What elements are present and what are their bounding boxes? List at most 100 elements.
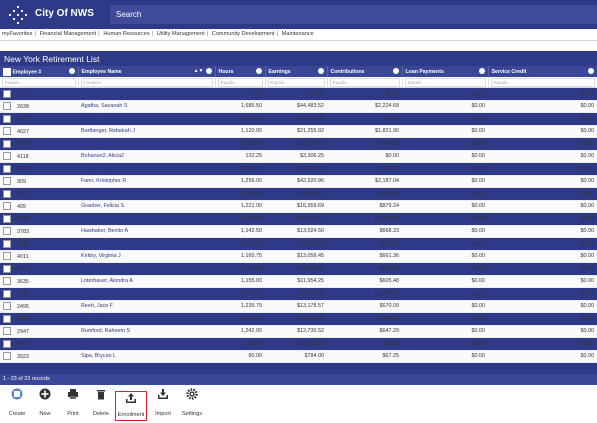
row-checkbox[interactable]	[3, 239, 11, 248]
row-checkbox[interactable]	[3, 189, 11, 198]
table-row[interactable]: 4027 Bartberger, Rebekah J 1,120.00 $21,255…	[0, 125, 597, 138]
cell-employee-name[interactable]: Reeh, Jace F	[78, 300, 215, 313]
row-checkbox[interactable]	[3, 164, 11, 173]
row-checkbox[interactable]	[3, 352, 11, 361]
row-checkbox[interactable]	[3, 327, 11, 336]
column-header-service-credit[interactable]: Service Credit	[488, 66, 597, 77]
table-row[interactable]: 2638 Agatha, Savanah S 1,685.50 $44,483.52 $…	[0, 100, 597, 113]
row-checkbox[interactable]	[3, 127, 11, 136]
row-checkbox[interactable]	[3, 177, 11, 186]
cell-employee-name[interactable]: Sipa, Brycan L	[78, 350, 215, 363]
delete-button[interactable]: Delete	[86, 388, 116, 417]
cell-employee-name[interactable]: Riha, Maura C	[78, 312, 215, 326]
cell-employee-name[interactable]: Bohanan2, Alicia2	[78, 150, 215, 163]
app-title[interactable]: City Of NWS	[35, 8, 94, 19]
cell-employee-name[interactable]: Billa, Kaelyn K	[78, 137, 215, 151]
table-row[interactable]: 4030 Billa, Kaelyn K 1,120.00 $10,976.00 $54…	[0, 137, 597, 151]
cell-employee-name[interactable]: Agatha, Savanah S	[78, 100, 215, 113]
table-row[interactable]: 4118 Bohanan2, Alicia2 132.25 $3,306.25 $0.0…	[0, 150, 597, 163]
select-all-checkbox[interactable]	[3, 67, 11, 76]
table-row[interactable]: 4011 Kirkby, Virginia J 1,160.75 $13,058.45…	[0, 250, 597, 263]
filter-input-hours[interactable]: Equals...	[217, 77, 263, 87]
table-row[interactable]: 2947 Rumford, Raheem S 1,242.00 $12,730.52 $…	[0, 325, 597, 338]
row-checkbox[interactable]	[3, 289, 11, 298]
table-row[interactable]: 2633 Hazberry, Hector J 1,272.25 $26,761.75…	[0, 212, 597, 226]
cell-employee-name[interactable]: Allbritton, Eden N	[78, 112, 215, 126]
row-checkbox[interactable]	[3, 252, 11, 261]
table-row[interactable]: 3968 Jepko, Rashawn T 1,172.00 $13,185.01 $6…	[0, 237, 597, 251]
cell-employee-name[interactable]: Fann, Kristopher R	[78, 175, 215, 188]
column-header-earnings[interactable]: Earnings	[265, 66, 328, 77]
cell-employee-name[interactable]: Bynoe, Shakira L	[78, 162, 215, 176]
column-header-contributions[interactable]: Contributions	[327, 66, 403, 77]
row-checkbox[interactable]	[3, 114, 11, 123]
column-settings-icon[interactable]	[478, 68, 485, 74]
table-row[interactable]: 3783 Hawbaker, Benito A 1,142.50 $13,024.50…	[0, 225, 597, 238]
cell-employee-name[interactable]: Olivid, Paris P	[78, 287, 215, 301]
cell-employee-name[interactable]: Hawbaker, Benito A	[78, 225, 215, 238]
filter-input-earnings[interactable]: Equals...	[267, 77, 325, 87]
nav-item-community-development[interactable]: Community Development	[212, 31, 275, 37]
column-settings-icon[interactable]	[205, 68, 212, 74]
new-button[interactable]: New	[30, 388, 60, 417]
cell-employee-name[interactable]: Graeber, Felicia S	[78, 200, 215, 213]
sort-icon[interactable]: ▲▼	[194, 68, 204, 74]
cell-employee-name[interactable]: Hazberry, Hector J	[78, 212, 215, 226]
table-row[interactable]: 374 Abigan-tus, Darian V 0.00 $0.00 $0.00 $0.…	[0, 87, 597, 101]
filter-input-employee-number[interactable]: Equals...	[2, 77, 76, 87]
row-checkbox[interactable]	[3, 264, 11, 273]
import-button[interactable]: Import	[148, 388, 178, 417]
table-row[interactable]: 2585 Olivid, Paris P 1,231.25 $51,791.33 $2,…	[0, 287, 597, 301]
column-header-employee-number[interactable]: Employee #	[0, 66, 79, 77]
table-row[interactable]: 2495 Reeh, Jace F 1,239.75 $13,178.57 $670.0…	[0, 300, 597, 313]
cell-employee-name[interactable]: Kumar, Jackson J	[78, 262, 215, 276]
column-header-loan-payments[interactable]: Loan Payments	[402, 66, 489, 77]
nav-item-human-resources[interactable]: Human Resources	[103, 31, 149, 37]
column-settings-icon[interactable]	[587, 68, 594, 74]
row-checkbox[interactable]	[3, 102, 11, 111]
settings-button[interactable]: Settings	[177, 388, 207, 417]
nav-item-maintenance[interactable]: Maintenance	[282, 31, 314, 37]
column-settings-icon[interactable]	[317, 68, 324, 74]
table-row[interactable]: 405 Graeber, Felicia S 1,221.00 $16,959.69 $…	[0, 200, 597, 213]
filter-input-contributions[interactable]: Equals...	[329, 77, 400, 87]
filter-input-loan-payments[interactable]: Equals...	[404, 77, 486, 87]
cell-employee-name[interactable]: Kirkby, Virginia J	[78, 250, 215, 263]
nav-item-myfavorites[interactable]: myFavorites	[2, 31, 32, 37]
nav-item-financial-management[interactable]: Financial Management	[40, 31, 97, 37]
column-header-employee-name[interactable]: Employee Name ▲▼	[78, 66, 216, 77]
cell-employee-name[interactable]: Schulte, James II	[78, 337, 215, 351]
cell-employee-name[interactable]: Jepko, Rashawn T	[78, 237, 215, 251]
table-row[interactable]: 3970 Riha, Maura C 1,216.00 $13,680.00 $703.…	[0, 312, 597, 326]
row-checkbox[interactable]	[3, 277, 11, 286]
table-row[interactable]: 3700 Kumar, Jackson J 1,156.00 $13,005.00 $6…	[0, 262, 597, 276]
row-checkbox[interactable]	[3, 314, 11, 323]
row-checkbox[interactable]	[3, 89, 11, 98]
enrollment-button[interactable]: Enrollment	[115, 391, 147, 421]
cell-employee-name[interactable]: Forest, Wesley A	[78, 187, 215, 201]
row-checkbox[interactable]	[3, 139, 11, 148]
row-checkbox[interactable]	[3, 202, 11, 211]
filter-input-employee-name[interactable]: Contains	[80, 77, 213, 87]
row-checkbox[interactable]	[3, 227, 11, 236]
print-button[interactable]: Print	[58, 388, 88, 417]
cell-employee-name[interactable]: Loterbauer, Alondra A	[78, 275, 215, 288]
column-settings-icon[interactable]	[255, 68, 262, 74]
nav-item-utility-management[interactable]: Utility Management	[157, 31, 205, 37]
row-checkbox[interactable]	[3, 339, 11, 348]
column-header-hours[interactable]: Hours	[215, 66, 266, 77]
table-row[interactable]: 3923 Sipa, Brycan L 80.00 $784.00 $67.25 $0.0…	[0, 350, 597, 363]
row-checkbox[interactable]	[3, 214, 11, 223]
city-logo-icon[interactable]	[8, 5, 28, 25]
create-button[interactable]: Create	[2, 388, 32, 417]
table-row[interactable]: 309 Fann, Kristopher R 1,256.00 $42,920.96 $…	[0, 175, 597, 188]
table-row[interactable]: 3641 Forest, Wesley A 1,159.50 $13,334.26 $6…	[0, 187, 597, 201]
cell-employee-name[interactable]: Bartberger, Rebekah J	[78, 125, 215, 138]
table-row[interactable]: 2987 Allbritton, Eden N 1,120.00 $12,107.20…	[0, 112, 597, 126]
cell-employee-name[interactable]: Abigan-tus, Darian V	[78, 87, 215, 101]
search-input[interactable]: Search	[110, 5, 597, 24]
row-checkbox[interactable]	[3, 302, 11, 311]
row-checkbox[interactable]	[3, 152, 11, 161]
cell-employee-name[interactable]: Rumford, Raheem S	[78, 325, 215, 338]
table-row[interactable]: 3635 Loterbauer, Alondra A 1,155.00 $11,954…	[0, 275, 597, 288]
